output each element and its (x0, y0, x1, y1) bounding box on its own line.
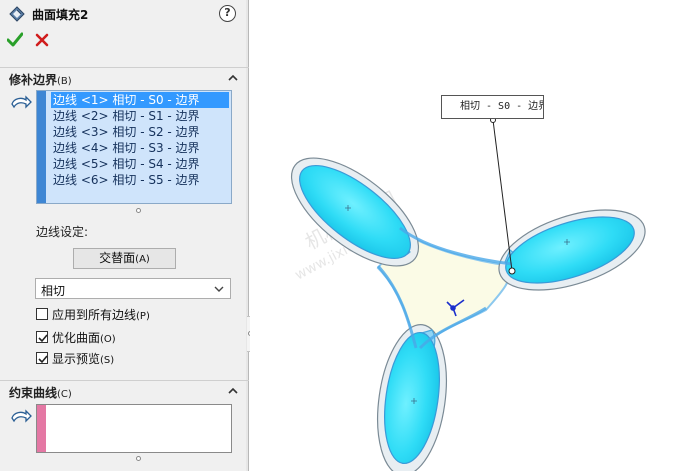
list-color-strip (37, 91, 46, 203)
callout-leader (492, 119, 513, 272)
checkbox[interactable] (36, 308, 48, 320)
apply-all-edges-checkbox[interactable]: 应用到所有边线(P) (36, 306, 150, 322)
patch-boundary-header[interactable]: 修补边界(B) (0, 67, 249, 87)
chevron-up-icon[interactable] (228, 387, 238, 395)
property-manager-panel: 曲面填充2 ? 修补边界(B) 边线 <1> 相切 - S0 - 边界 边线 <… (0, 0, 249, 471)
cancel-x-icon[interactable] (35, 33, 49, 47)
condition-select[interactable]: 相切 (35, 278, 231, 299)
constraint-curves-label: 约束曲线 (9, 386, 58, 400)
callout-anchor (508, 267, 516, 275)
edge-callout[interactable]: 相切 - S0 - 边界 (441, 95, 544, 119)
constraint-curves-list[interactable] (36, 404, 232, 453)
list-item[interactable]: 边线 <2> 相切 - S1 - 边界 (51, 108, 229, 124)
constraint-curves-header[interactable]: 约束曲线(C) (0, 380, 249, 400)
alternate-face-label: 交替面 (99, 251, 136, 265)
selection-arrow-icon (11, 95, 32, 109)
chevron-up-icon[interactable] (228, 74, 238, 82)
checkbox[interactable] (36, 331, 48, 343)
checkmark-icon (38, 355, 48, 364)
preview-key: (S) (100, 354, 115, 366)
list-item[interactable]: 边线 <3> 相切 - S2 - 边界 (51, 124, 229, 140)
patch-boundary-key: (B) (57, 76, 72, 87)
list-resize-handle[interactable] (136, 208, 141, 213)
optimize-surface-checkbox[interactable]: 优化曲面(O) (36, 329, 116, 345)
optimize-key: (O) (100, 333, 116, 345)
list-color-strip (37, 405, 46, 452)
dropdown-arrow-icon (214, 286, 224, 292)
feature-icon (9, 6, 25, 22)
apply-all-label: 应用到所有边线 (52, 307, 137, 322)
selection-arrow-icon (11, 409, 32, 423)
patch-boundary-label: 修补边界 (9, 73, 58, 87)
feature-title: 曲面填充2 (32, 7, 89, 22)
alternate-face-key: (A) (135, 254, 150, 265)
help-icon[interactable]: ? (219, 5, 236, 22)
checkmark-icon (38, 334, 48, 343)
checkbox[interactable] (36, 352, 48, 364)
feature-title-row: 曲面填充2 (8, 5, 88, 23)
list-item[interactable]: 边线 <4> 相切 - S3 - 边界 (51, 140, 229, 156)
constraint-curves-key: (C) (57, 389, 72, 400)
boundary-edges-list[interactable]: 边线 <1> 相切 - S0 - 边界 边线 <2> 相切 - S1 - 边界 … (36, 90, 232, 204)
edge-settings-label: 边线设定: (36, 225, 89, 239)
optimize-label: 优化曲面 (52, 330, 101, 345)
list-item[interactable]: 边线 <5> 相切 - S4 - 边界 (51, 156, 229, 172)
apply-all-key: (P) (136, 310, 150, 322)
alternate-face-button[interactable]: 交替面(A) (73, 248, 176, 269)
list-item[interactable]: 边线 <1> 相切 - S0 - 边界 (51, 92, 229, 108)
graphics-viewport[interactable]: 机械设计网 www.jixie.com (250, 0, 700, 471)
show-preview-checkbox[interactable]: 显示预览(S) (36, 350, 114, 366)
ok-check-icon[interactable] (7, 32, 23, 48)
list-resize-handle[interactable] (136, 456, 141, 461)
list-item[interactable]: 边线 <6> 相切 - S5 - 边界 (51, 172, 229, 188)
surface-model[interactable]: 机械设计网 www.jixie.com (250, 0, 700, 471)
preview-label: 显示预览 (52, 351, 101, 366)
condition-value: 相切 (41, 284, 66, 298)
